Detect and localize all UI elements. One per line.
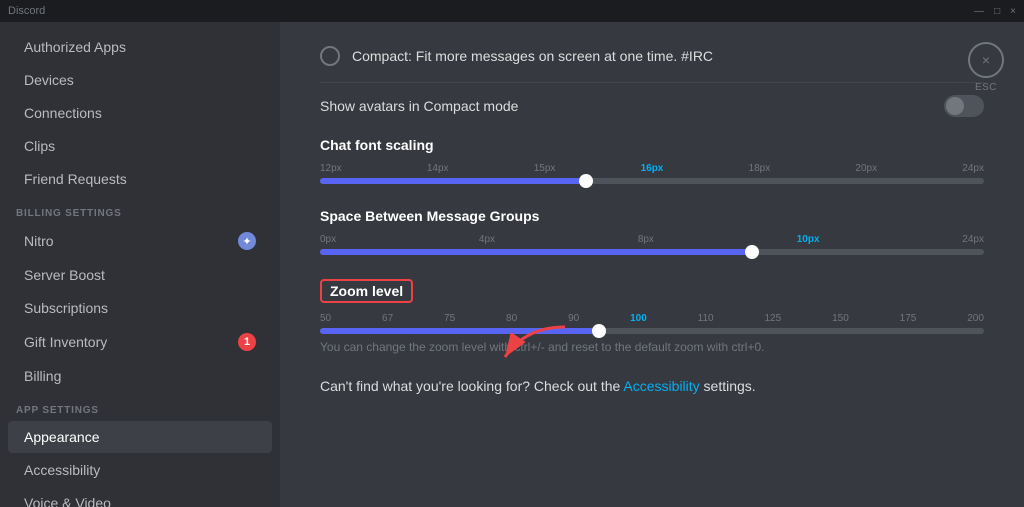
chat-font-slider-track[interactable] [320,178,984,184]
zoom-level-label: Zoom level [320,279,413,303]
sidebar-item-nitro[interactable]: Nitro ✦ [8,224,272,258]
space-between-container: Space Between Message Groups 0px 4px 8px… [320,208,984,255]
tick-18px: 18px [749,163,771,174]
close-button[interactable]: × [1010,6,1016,17]
minimize-button[interactable]: — [974,6,984,17]
sidebar-item-gift-inventory[interactable]: Gift Inventory 1 [8,325,272,359]
sidebar-item-billing[interactable]: Billing [8,360,272,392]
help-text: Can't find what you're looking for? Chec… [320,378,984,394]
tick-16px: 16px [641,163,664,174]
sidebar-item-label: Authorized Apps [24,39,126,55]
sidebar-item-authorized-apps[interactable]: Authorized Apps [8,31,272,63]
compact-option[interactable]: Compact: Fit more messages on screen at … [320,46,984,66]
nitro-badge: ✦ [238,232,256,250]
divider [320,82,984,83]
help-text-suffix: settings. [700,378,756,394]
chat-font-scaling-container: Chat font scaling 12px 14px 15px 16px 18… [320,137,984,184]
sidebar-item-subscriptions[interactable]: Subscriptions [8,292,272,324]
sidebar-item-label: Connections [24,105,102,121]
help-text-prefix: Can't find what you're looking for? Chec… [320,378,623,394]
show-avatars-row: Show avatars in Compact mode [320,95,984,117]
tick-24px: 24px [962,163,984,174]
compact-label: Compact: Fit more messages on screen at … [352,48,713,64]
tick-20px: 20px [855,163,877,174]
space-between-title: Space Between Message Groups [320,208,984,224]
zoom-slider-fill [320,328,599,334]
accessibility-link[interactable]: Accessibility [623,378,699,394]
zoom-level-ticks: 50 67 75 80 90 100 110 125 150 175 200 [320,313,984,324]
sidebar-item-clips[interactable]: Clips [8,130,272,162]
zoom-hint: You can change the zoom level with ctrl+… [320,340,984,354]
sidebar-item-label: Nitro [24,233,54,249]
tick-0px: 0px [320,234,336,245]
sidebar-item-appearance[interactable]: Appearance [8,421,272,453]
sidebar-item-label: Friend Requests [24,171,127,187]
tick-4px: 4px [479,234,495,245]
toggle-knob [946,97,964,115]
billing-settings-label: BILLING SETTINGS [0,196,280,223]
sidebar-item-label: Subscriptions [24,300,108,316]
sidebar-item-devices[interactable]: Devices [8,64,272,96]
tick-200: 200 [967,313,984,324]
sidebar: Authorized Apps Devices Connections Clip… [0,22,280,507]
sidebar-item-label: Server Boost [24,267,105,283]
tick-80: 80 [506,313,517,324]
sidebar-item-accessibility[interactable]: Accessibility [8,454,272,486]
esc-label: ESC [975,82,997,93]
esc-icon: × [968,42,1004,78]
sidebar-item-label: Devices [24,72,74,88]
tick-10px: 10px [797,234,820,245]
sidebar-item-label: Billing [24,368,61,384]
chat-font-slider-thumb[interactable] [579,174,593,188]
sidebar-item-label: Voice & Video [24,495,111,507]
show-avatars-toggle[interactable] [944,95,984,117]
sidebar-item-label: Accessibility [24,462,100,478]
tick-24px-space: 24px [962,234,984,245]
tick-12px: 12px [320,163,342,174]
tick-15px: 15px [534,163,556,174]
app-settings-label: APP SETTINGS [0,393,280,420]
window-controls: — □ × [974,6,1016,17]
show-avatars-label: Show avatars in Compact mode [320,98,518,114]
chat-font-slider-fill [320,178,586,184]
maximize-button[interactable]: □ [994,6,1000,17]
tick-150: 150 [832,313,849,324]
sidebar-item-voice-video[interactable]: Voice & Video [8,487,272,507]
zoom-slider-thumb[interactable] [592,324,606,338]
tick-67: 67 [382,313,393,324]
tick-175: 175 [900,313,917,324]
titlebar: Discord — □ × [0,0,1024,22]
tick-100: 100 [630,313,647,324]
sidebar-item-label: Appearance [24,429,100,445]
tick-125: 125 [765,313,782,324]
tick-90: 90 [568,313,579,324]
main-content: × ESC Compact: Fit more messages on scre… [280,22,1024,507]
tick-8px: 8px [638,234,654,245]
sidebar-item-connections[interactable]: Connections [8,97,272,129]
gift-inventory-badge: 1 [238,333,256,351]
sidebar-item-label: Gift Inventory [24,334,107,350]
space-between-slider-thumb[interactable] [745,245,759,259]
chat-font-scaling-ticks: 12px 14px 15px 16px 18px 20px 24px [320,163,984,174]
app-title: Discord [8,5,45,17]
zoom-level-container: Zoom level 50 67 75 80 90 100 110 125 15… [320,279,984,354]
esc-button[interactable]: × ESC [968,42,1004,93]
space-between-slider-track[interactable] [320,249,984,255]
sidebar-item-label: Clips [24,138,55,154]
tick-50: 50 [320,313,331,324]
sidebar-item-friend-requests[interactable]: Friend Requests [8,163,272,195]
compact-radio[interactable] [320,46,340,66]
space-between-ticks: 0px 4px 8px 10px 24px [320,234,984,245]
tick-14px: 14px [427,163,449,174]
app-body: Authorized Apps Devices Connections Clip… [0,22,1024,507]
zoom-slider-track[interactable] [320,328,984,334]
space-between-slider-fill [320,249,752,255]
sidebar-item-server-boost[interactable]: Server Boost [8,259,272,291]
tick-110: 110 [698,313,714,324]
chat-font-scaling-title: Chat font scaling [320,137,984,153]
tick-75: 75 [444,313,455,324]
